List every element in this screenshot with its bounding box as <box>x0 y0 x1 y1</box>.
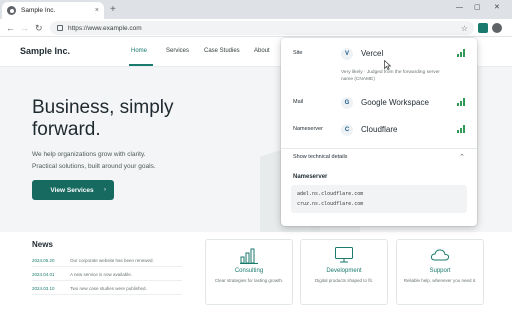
popup-row-site: Site V Vercel <box>281 46 477 62</box>
close-window-button[interactable]: ✕ <box>494 3 500 13</box>
row-label: Nameserver <box>293 126 323 132</box>
row-label: Site <box>293 50 303 56</box>
lock-icon <box>57 25 63 31</box>
row-label: Mail <box>293 99 304 105</box>
tab-title: Sample Inc. <box>21 7 56 14</box>
nameserver-value[interactable]: cruz.ns.cloudflare.com <box>297 199 461 209</box>
card-desc: Digital products shaped to fit. <box>314 278 374 283</box>
chevron-right-icon: › <box>104 187 106 193</box>
news-text: Our corporate website has been renewed. <box>70 258 154 263</box>
news-text: A new service is now available. <box>70 272 133 277</box>
news-item[interactable]: 2024.04.01 A new service is now availabl… <box>32 269 182 281</box>
address-bar[interactable]: https://www.example.com ☆ <box>50 21 474 35</box>
reload-button[interactable]: ↻ <box>35 21 43 35</box>
chevron-up-icon[interactable]: ⌃ <box>459 153 465 161</box>
card-title: Support <box>429 268 451 274</box>
mouse-cursor-icon <box>384 60 392 70</box>
news-item[interactable]: 2024.03.10 Two new case studies were pub… <box>32 283 182 295</box>
news-item[interactable]: 2024.05.20 Our corporate website has bee… <box>32 255 182 267</box>
popup-divider <box>281 148 477 149</box>
detection-note: Very likely · Judged from the forwarding… <box>341 70 440 82</box>
cloudflare-logo-icon: C <box>341 124 353 136</box>
signal-strength-icon <box>457 98 465 106</box>
monitor-icon <box>335 247 353 263</box>
cloud-icon <box>430 249 450 261</box>
hero-lead-line1: We help organizations grow with clarity. <box>32 151 146 158</box>
card-desc: Clear strategies for lasting growth. <box>214 278 284 283</box>
profile-avatar[interactable] <box>492 23 502 33</box>
popup-row-nameserver: Nameserver C Cloudflare <box>281 122 477 138</box>
google-logo-icon: G <box>341 97 353 109</box>
signal-strength-icon <box>457 125 465 133</box>
site-favicon-icon <box>7 6 16 15</box>
news-date: 2024.03.10 <box>32 286 55 291</box>
vercel-logo-icon: V <box>341 48 353 60</box>
bar-chart-icon <box>240 248 258 264</box>
view-services-button[interactable]: View Services › <box>32 180 114 200</box>
hero-lead-line2: Practical solutions, built around your g… <box>32 163 156 170</box>
view-services-label: View Services <box>50 186 94 194</box>
provider-name: Vercel <box>361 49 384 58</box>
bookmark-star-icon[interactable]: ☆ <box>461 24 468 33</box>
tab-close-icon[interactable]: × <box>95 7 99 14</box>
hero-title-line1: Business, simply <box>32 97 174 118</box>
minimize-button[interactable]: — <box>456 3 463 13</box>
popup-row-mail: Mail G Google Workspace <box>281 95 477 111</box>
dns-info-popup: Site V Vercel Very likely · Judged from … <box>281 38 477 226</box>
back-button[interactable]: ← <box>6 21 15 35</box>
nav-case-studies[interactable]: Case Studies <box>204 48 240 54</box>
card-desc: Reliable help, whenever you need it. <box>403 278 477 283</box>
signal-strength-icon <box>457 49 465 57</box>
news-text: Two new case studies were published. <box>70 286 147 291</box>
news-date: 2024.04.01 <box>32 272 55 277</box>
news-date: 2024.05.20 <box>32 258 55 263</box>
new-tab-button[interactable]: + <box>110 3 116 17</box>
nav-about[interactable]: About <box>254 48 270 54</box>
nav-services[interactable]: Services <box>166 48 189 54</box>
extension-icon[interactable] <box>478 23 488 33</box>
hero-title-line2: forward. <box>32 119 101 140</box>
browser-toolbar: ← → ↻ https://www.example.com ☆ <box>0 19 512 37</box>
nameserver-list: adel.ns.cloudflare.com cruz.ns.cloudflar… <box>291 185 467 213</box>
show-technical-details-toggle[interactable]: Show technical details <box>293 154 347 160</box>
nameserver-value[interactable]: adel.ns.cloudflare.com <box>297 189 461 199</box>
nameserver-heading: Nameserver <box>293 174 328 180</box>
brand-logo[interactable]: Sample Inc. <box>20 46 70 56</box>
card-title: Development <box>326 268 362 274</box>
service-card-consulting[interactable]: Consulting Clear strategies for lasting … <box>205 239 293 305</box>
nav-home[interactable]: Home <box>131 48 147 54</box>
news-heading: News <box>32 240 53 249</box>
tab-strip: Sample Inc. × + — ▢ ✕ <box>0 0 512 19</box>
service-card-support[interactable]: Support Reliable help, whenever you need… <box>396 239 484 305</box>
provider-name: Cloudflare <box>361 125 398 134</box>
service-card-development[interactable]: Development Digital products shaped to f… <box>300 239 388 305</box>
provider-name: Google Workspace <box>361 98 429 107</box>
nav-active-indicator <box>129 64 153 66</box>
maximize-button[interactable]: ▢ <box>474 3 481 13</box>
browser-tab[interactable]: Sample Inc. × <box>2 2 104 19</box>
url-text[interactable]: https://www.example.com <box>68 25 461 32</box>
card-title: Consulting <box>234 268 264 274</box>
forward-button[interactable]: → <box>20 21 29 35</box>
